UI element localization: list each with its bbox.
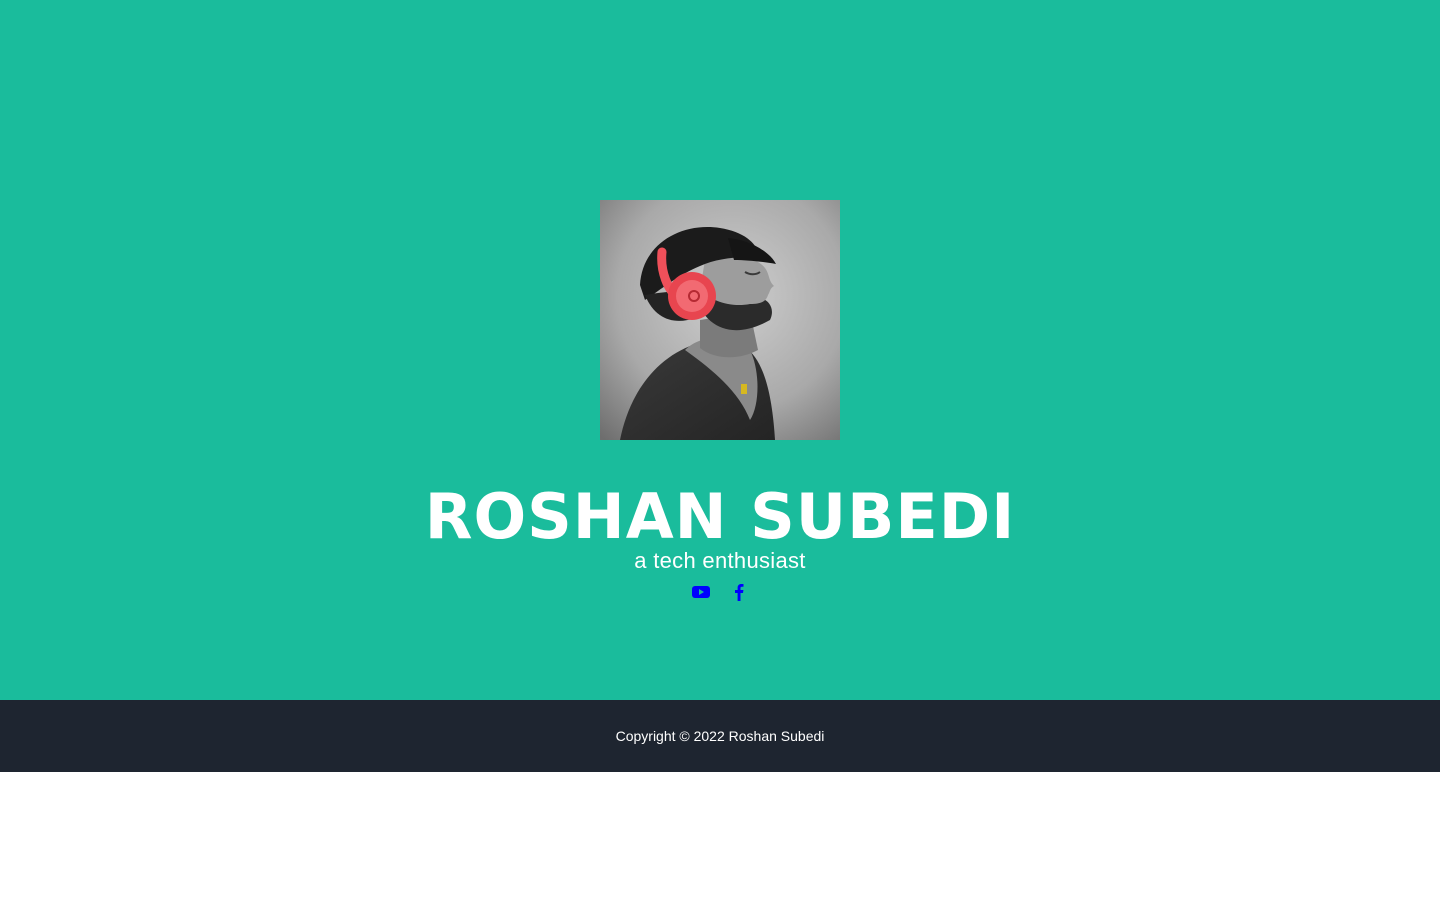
profile-photo xyxy=(600,200,840,440)
hero-section: ROSHAN SUBEDI a tech enthusiast xyxy=(0,0,1440,700)
profile-photo-illustration xyxy=(600,200,840,440)
copyright-text: Copyright © 2022 Roshan Subedi xyxy=(615,728,825,744)
footer: Copyright © 2022 Roshan Subedi xyxy=(0,700,1440,772)
profile-tagline: a tech enthusiast xyxy=(634,548,806,573)
social-links xyxy=(0,582,1440,602)
facebook-icon xyxy=(735,584,744,601)
facebook-link[interactable] xyxy=(730,582,748,602)
profile-name: ROSHAN SUBEDI xyxy=(424,480,1016,553)
youtube-link[interactable] xyxy=(692,582,710,602)
youtube-icon xyxy=(692,586,710,598)
